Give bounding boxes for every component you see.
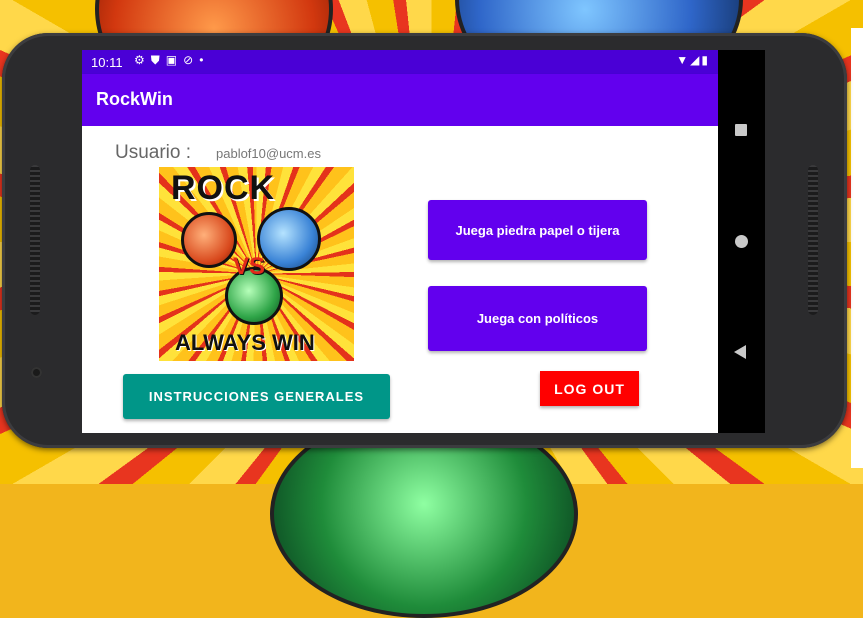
main-content: Usuario : pablof10@ucm.es ROCK VS ALWAYS… [82, 126, 718, 433]
status-left-icons: ⚙⛊▣⊘• [134, 53, 209, 68]
status-right-icons: ▼◢▮ [676, 53, 710, 67]
play-rock-paper-scissors-button[interactable]: Juega piedra papel o tijera [428, 200, 647, 260]
wifi-icon: ▼ [676, 53, 691, 67]
logo-always-win-text: ALWAYS WIN [175, 330, 315, 355]
recents-square-icon[interactable] [735, 124, 747, 136]
phone-frame: 10:11 ⚙⛊▣⊘• ▼◢▮ RockWin Usuario : pablof… [2, 33, 847, 448]
front-camera [31, 367, 42, 378]
general-instructions-button[interactable]: INSTRUCCIONES GENERALES [123, 374, 390, 419]
user-email: pablof10@ucm.es [216, 146, 321, 161]
logout-button[interactable]: LOG OUT [540, 371, 639, 406]
app-title: RockWin [96, 89, 173, 109]
paper-hand-ball-icon [257, 207, 321, 271]
logo-rock-text: ROCK [171, 169, 276, 207]
speaker-grille-left [30, 165, 40, 315]
back-triangle-icon[interactable] [734, 345, 746, 359]
status-bar: 10:11 ⚙⛊▣⊘• ▼◢▮ [82, 50, 718, 74]
status-time: 10:11 [91, 55, 123, 70]
no-disturb-icon: ⊘ [183, 53, 200, 67]
dot-icon: • [199, 53, 210, 67]
play-with-politicians-button[interactable]: Juega con políticos [428, 286, 647, 351]
gear-icon: ⚙ [134, 53, 151, 67]
battery-icon: ▮ [701, 53, 710, 67]
navigation-bar [718, 50, 765, 433]
rock-hand-ball-icon [181, 212, 237, 268]
sim-icon: ▣ [165, 53, 184, 67]
signal-icon: ◢ [690, 53, 702, 67]
device-screen: 10:11 ⚙⛊▣⊘• ▼◢▮ RockWin Usuario : pablof… [82, 50, 765, 433]
app-bar: RockWin [82, 74, 718, 126]
rockwin-logo-image: ROCK VS ALWAYS WIN [159, 167, 354, 361]
window-edge [851, 28, 863, 468]
home-circle-icon[interactable] [735, 235, 748, 248]
speaker-grille-right [808, 165, 818, 315]
logo-vs-text: VS [233, 253, 266, 280]
user-label: Usuario : [115, 142, 192, 163]
shield-icon: ⛊ [150, 53, 166, 67]
